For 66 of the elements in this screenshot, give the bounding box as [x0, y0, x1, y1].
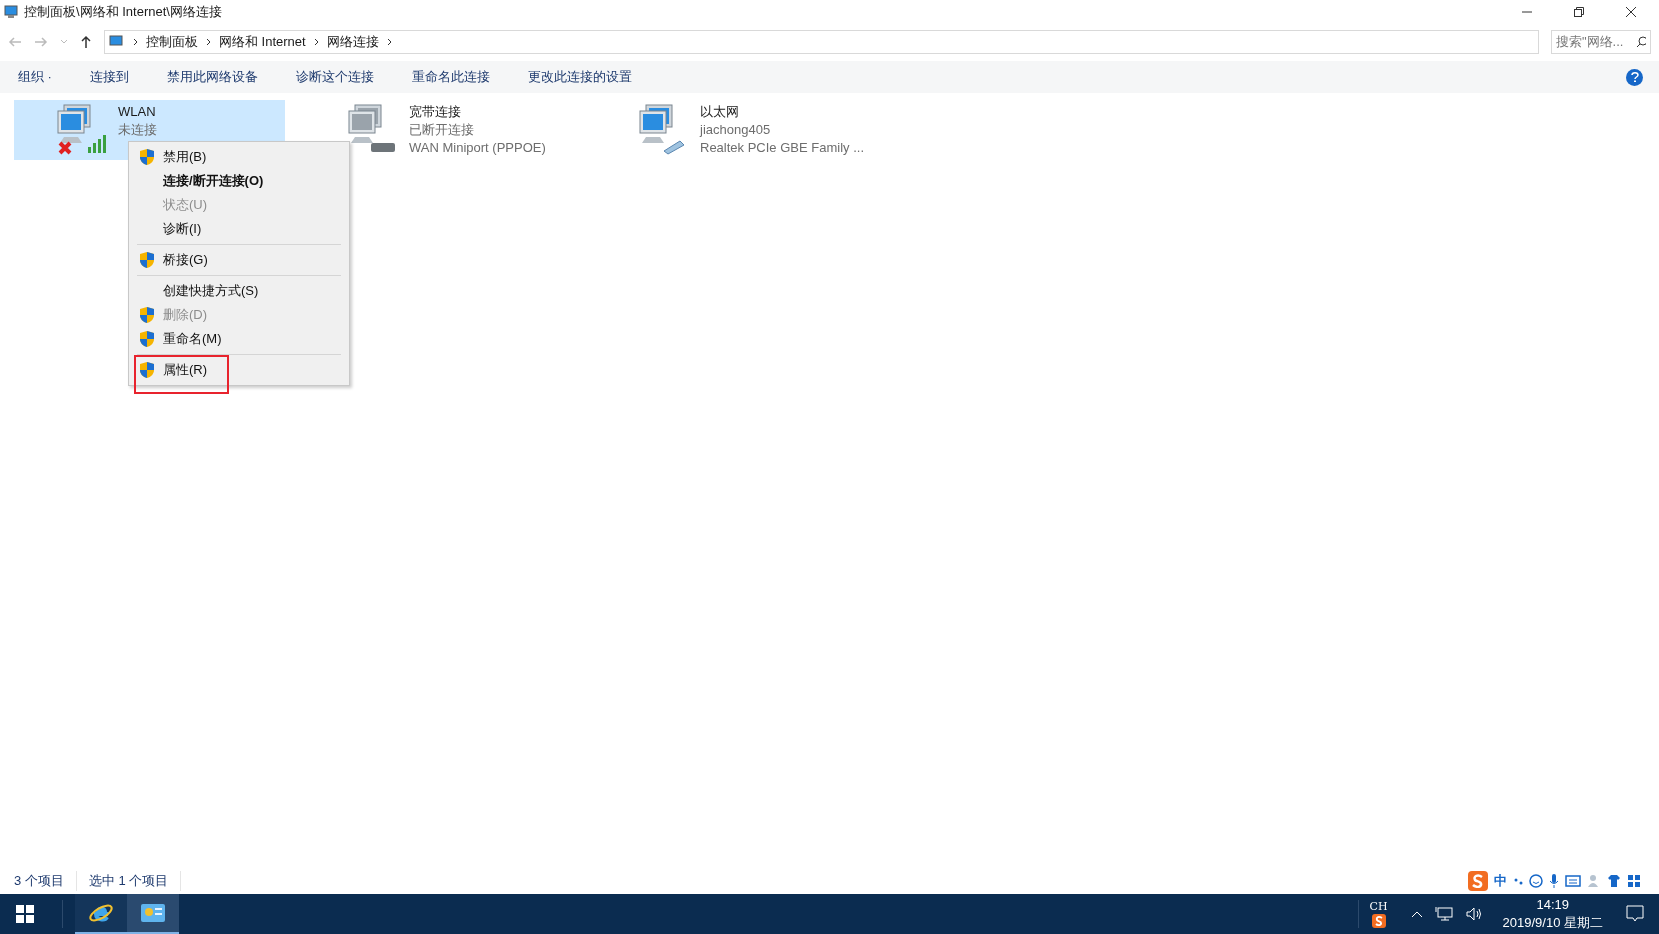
menu-item[interactable]: 重命名(M) — [131, 327, 347, 351]
breadcrumb-item[interactable]: 网络和 Internet — [219, 32, 306, 52]
shield-icon — [139, 306, 155, 324]
language-indicator[interactable]: CH — [1369, 900, 1388, 914]
close-icon — [1626, 6, 1636, 17]
shirt-icon[interactable] — [1607, 874, 1621, 888]
menu-item[interactable]: 属性(R) — [131, 358, 347, 382]
keyboard-icon[interactable] — [1565, 875, 1581, 887]
connection-name: 以太网 — [700, 103, 740, 121]
toolbar-button[interactable]: 连接到 — [83, 67, 135, 87]
clock[interactable]: 14:19 2019/9/10 星期二 — [1494, 896, 1611, 932]
address-field[interactable]: 控制面板 网络和 Internet 网络连接 — [104, 30, 1539, 54]
menu-item[interactable]: 诊断(I) — [131, 217, 347, 241]
shield-icon — [139, 251, 155, 269]
chevron-up-icon[interactable] — [1410, 910, 1423, 918]
toolbar-button[interactable]: 组织 · — [12, 67, 58, 87]
volume-icon[interactable] — [1464, 906, 1483, 922]
breadcrumb-item[interactable]: 控制面板 — [146, 32, 198, 52]
connection-device: WAN Miniport (PPPOE) — [409, 139, 546, 157]
connection-status: 已断开连接 — [409, 121, 475, 139]
chevron-right-icon[interactable] — [133, 38, 138, 46]
connection-name: 宽带连接 — [409, 103, 462, 121]
taskbar-app[interactable] — [127, 894, 179, 934]
notification-icon — [1626, 905, 1644, 923]
shield-icon — [139, 361, 155, 379]
status-text: 3 个项目 — [14, 871, 77, 891]
computer-icon — [109, 35, 125, 49]
microphone-icon[interactable] — [1549, 874, 1559, 888]
chevron-right-icon[interactable] — [386, 38, 392, 46]
shield-icon — [139, 148, 155, 166]
search-field[interactable]: 搜索"网络... — [1551, 30, 1651, 54]
input-method-icon — [1472, 874, 1484, 888]
input-method-icon[interactable] — [1374, 916, 1383, 926]
taskbar-app[interactable] — [75, 894, 127, 934]
shield-icon — [139, 330, 155, 348]
wireless-network-icon — [54, 103, 106, 155]
breadcrumb-item[interactable]: 网络连接 — [326, 32, 379, 52]
network-icon[interactable] — [1434, 906, 1453, 922]
menu-item[interactable]: 连接/断开连接(O) — [131, 169, 347, 193]
window-icon — [4, 4, 20, 19]
chevron-right-icon[interactable] — [206, 38, 211, 46]
window-title: 控制面板\网络和 Internet\网络连接 — [24, 2, 222, 21]
chevron-right-icon[interactable] — [313, 38, 319, 46]
connection-status: 未连接 — [118, 121, 157, 139]
smiley-icon[interactable] — [1529, 874, 1543, 888]
status-text: 选中 1 个项目 — [88, 871, 182, 891]
toolbar-button[interactable]: 重命名此连接 — [405, 67, 496, 87]
toolbar-button[interactable]: 禁用此网络设备 — [160, 67, 264, 87]
connection-item[interactable]: 以太网 jiachong405 Realtek PCIe GBE Family ... — [596, 100, 867, 160]
toolbar-button[interactable]: 更改此连接的设置 — [521, 67, 638, 87]
help-button[interactable] — [1626, 68, 1643, 86]
menu-item[interactable]: 桥接(G) — [131, 248, 347, 272]
control-panel-icon — [141, 904, 165, 922]
broadband-network-icon — [345, 103, 397, 155]
connection-device: Realtek PCIe GBE Family ... — [700, 139, 864, 157]
windows-icon — [16, 905, 34, 923]
search-icon — [1635, 36, 1646, 48]
restore-icon — [1574, 6, 1584, 17]
connection-name: WLAN — [118, 103, 157, 121]
toolbar-button[interactable]: 诊断这个连接 — [289, 67, 380, 87]
connection-status: jiachong405 — [700, 121, 772, 139]
question-mark-icon — [1630, 72, 1639, 82]
grid-icon[interactable] — [1627, 874, 1641, 888]
ime-mode[interactable]: 中 — [1494, 871, 1507, 891]
up-icon[interactable] — [80, 35, 92, 49]
menu-item[interactable]: 创建快捷方式(S) — [131, 279, 347, 303]
